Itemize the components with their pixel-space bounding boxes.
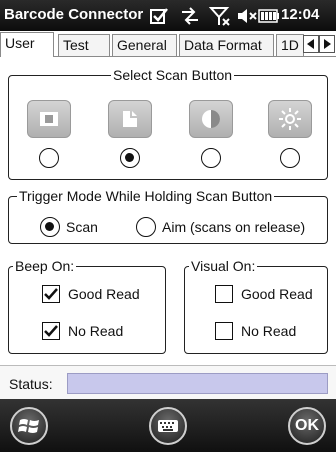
visual-no-read-checkbox[interactable] [215, 322, 233, 340]
trigger-aim-label[interactable]: Aim (scans on release) [162, 218, 305, 236]
keyboard-icon[interactable] [149, 407, 187, 445]
no-signal-icon[interactable] [208, 5, 232, 27]
trigger-mode-group: Trigger Mode While Holding Scan Button S… [8, 187, 328, 244]
status-label: Status: [9, 376, 53, 392]
tab-general[interactable]: General [112, 34, 177, 56]
windows-start-icon[interactable] [10, 407, 48, 445]
beep-no-read-label[interactable]: No Read [68, 322, 123, 340]
scan-button-2-icon[interactable] [108, 100, 152, 138]
beep-good-read-label[interactable]: Good Read [68, 285, 140, 303]
visual-good-read-checkbox[interactable] [215, 285, 233, 303]
trigger-aim-radio[interactable] [136, 217, 156, 237]
speaker-muted-icon[interactable] [236, 5, 258, 27]
title-bar: Barcode Connector 12:04 [0, 0, 336, 31]
scan-button-4-radio[interactable] [280, 148, 300, 168]
beep-on-legend: Beep On: [13, 257, 77, 275]
app-title: Barcode Connector [4, 6, 144, 23]
tab-scroll-right-icon[interactable] [319, 35, 335, 53]
bottom-bar: OK [0, 399, 336, 452]
beep-on-group: Beep On: Good Read No Read [8, 257, 166, 354]
trigger-scan-radio[interactable] [40, 217, 60, 237]
status-row: Status: [0, 365, 336, 400]
tab-1d[interactable]: 1D [276, 34, 304, 56]
scan-button-2-radio[interactable] [120, 148, 140, 168]
scan-button-1-radio[interactable] [39, 148, 59, 168]
trigger-mode-legend: Trigger Mode While Holding Scan Button [17, 187, 275, 205]
tab-data-format[interactable]: Data Format [179, 34, 274, 56]
select-scan-button-legend: Select Scan Button [111, 66, 235, 84]
tab-test[interactable]: Test [58, 34, 110, 56]
visual-on-legend: Visual On: [189, 257, 258, 275]
status-field[interactable] [67, 373, 328, 394]
select-scan-button-group: Select Scan Button [8, 66, 328, 180]
visual-good-read-label[interactable]: Good Read [241, 285, 313, 303]
visual-on-group: Visual On: Good Read No Read [184, 257, 328, 354]
beep-good-read-checkbox[interactable] [42, 285, 60, 303]
tab-scroll-left-icon[interactable] [303, 35, 319, 53]
scan-button-3-radio[interactable] [201, 148, 221, 168]
ok-button[interactable]: OK [288, 407, 326, 445]
scan-button-1-icon[interactable] [27, 100, 71, 138]
scan-button-4-icon[interactable] [268, 100, 312, 138]
beep-no-read-checkbox[interactable] [42, 322, 60, 340]
tab-bar: User Test General Data Format 1D [0, 31, 336, 57]
clock[interactable]: 12:04 [281, 6, 319, 23]
checkbox-icon[interactable] [148, 5, 170, 27]
trigger-scan-label[interactable]: Scan [66, 218, 98, 236]
sync-icon[interactable] [178, 5, 202, 27]
visual-no-read-label[interactable]: No Read [241, 322, 296, 340]
scan-button-3-icon[interactable] [189, 100, 233, 138]
battery-icon[interactable] [258, 5, 280, 27]
tab-user[interactable]: User [0, 32, 54, 57]
